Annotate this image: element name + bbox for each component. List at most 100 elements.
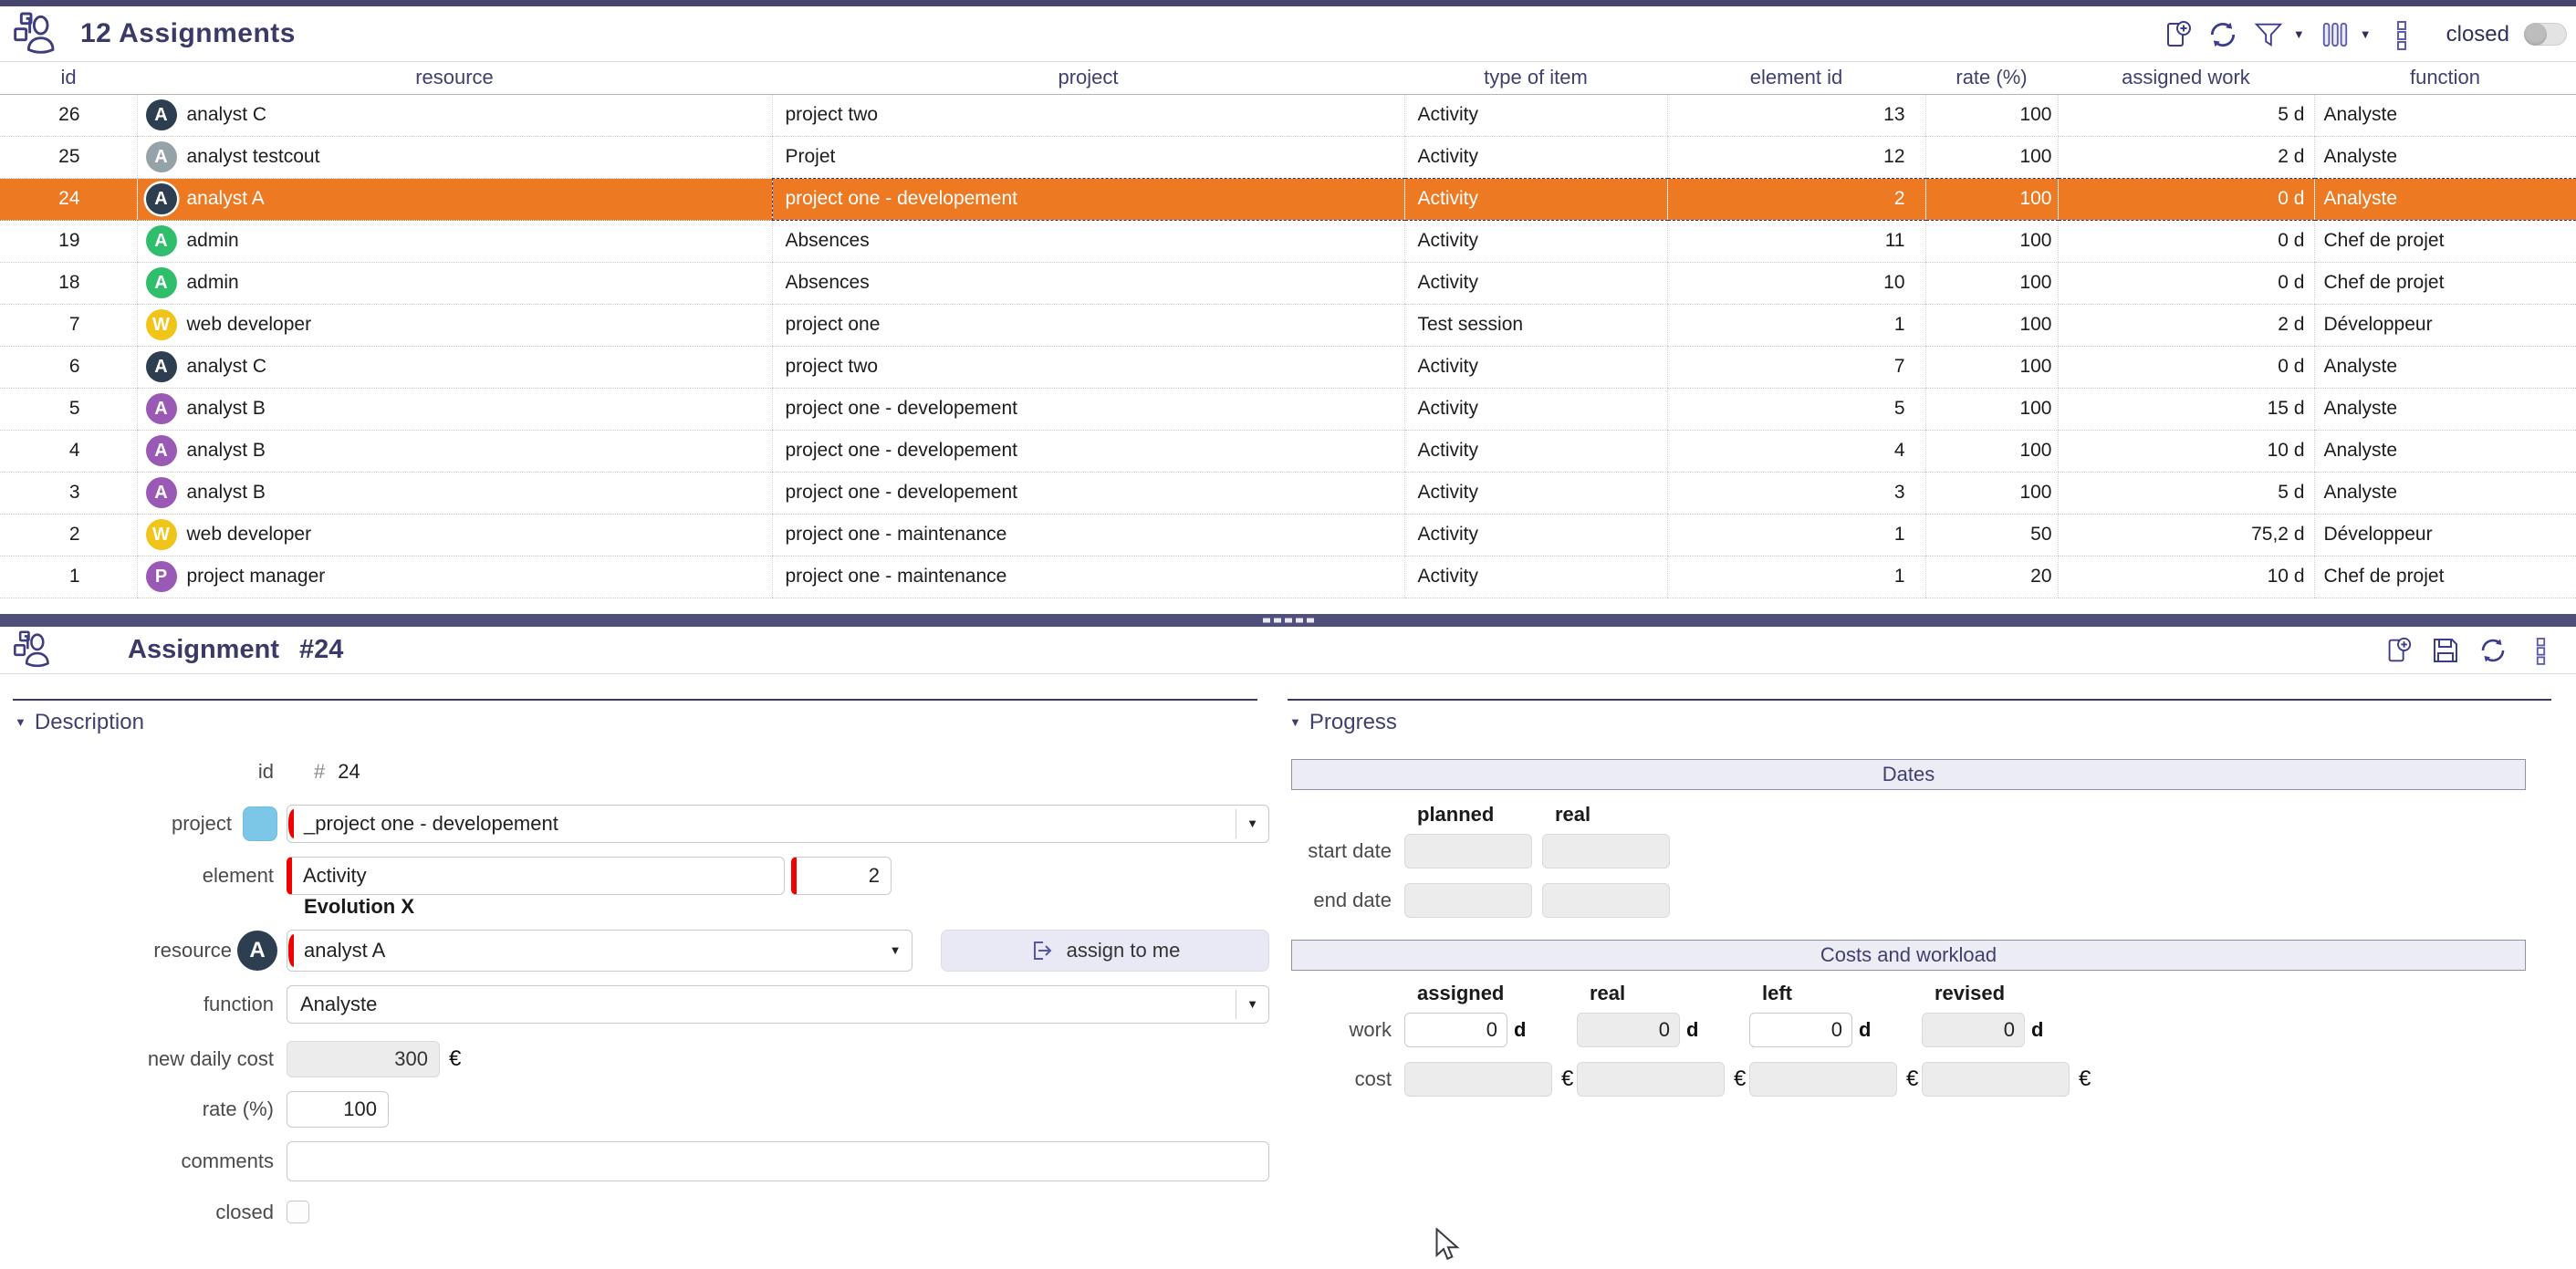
columns-caret-icon[interactable]: ▼ — [2360, 27, 2372, 41]
element-name-link[interactable]: Evolution X — [304, 895, 414, 919]
column-header-project[interactable]: project — [772, 62, 1404, 95]
end-date-row: end date — [1288, 882, 2551, 918]
resource-name: admin — [186, 230, 239, 251]
resource-avatar: W — [145, 309, 177, 340]
revised-column-header: revised — [1935, 981, 2006, 1004]
cell-function: Chef de projet — [2313, 220, 2576, 263]
resource-combobox[interactable]: analyst A ▼ — [287, 929, 913, 972]
element-id-input[interactable] — [791, 856, 892, 895]
cell-assigned-work: 5 d — [2057, 94, 2314, 137]
cell-function: Développeur — [2313, 514, 2576, 556]
column-header-element-id[interactable]: element id — [1667, 62, 1925, 95]
more-icon[interactable] — [2525, 635, 2556, 666]
column-header-assigned-work[interactable]: assigned work — [2058, 62, 2314, 95]
cell-rate: 100 — [1924, 177, 2058, 221]
cell-rate: 100 — [1924, 430, 2058, 473]
resource-name: analyst C — [186, 104, 267, 125]
cell-rate: 100 — [1924, 94, 2058, 137]
refresh-icon[interactable] — [2477, 635, 2508, 666]
rate-label: rate (%) — [202, 1097, 274, 1120]
table-row[interactable]: 6 A analyst C project two Activity 7 100… — [0, 346, 2576, 389]
progress-section-toggle[interactable]: ▼ Progress — [1289, 710, 2551, 735]
table-row[interactable]: 2 W web developer project one - maintena… — [0, 514, 2576, 556]
assign-to-me-button[interactable]: assign to me — [941, 929, 1269, 972]
day-suffix: d — [1859, 1017, 1872, 1041]
columns-icon[interactable] — [2320, 19, 2351, 50]
chevron-down-icon[interactable]: ▼ — [1236, 989, 1268, 1019]
function-select[interactable]: Analyste ▼ — [287, 984, 1269, 1024]
table-row[interactable]: 19 A admin Absences Activity 11 100 0 d … — [0, 220, 2576, 263]
cell-element-id: 11 — [1666, 220, 1925, 263]
cell-project: project two — [771, 94, 1404, 137]
cell-project: project one - developement — [771, 430, 1404, 473]
filter-caret-icon[interactable]: ▼ — [2293, 27, 2305, 41]
table-row[interactable]: 7 W web developer project one Test sessi… — [0, 304, 2576, 347]
cell-type-of-item: Activity — [1403, 388, 1667, 431]
resource-name: admin — [186, 272, 239, 293]
column-header-function[interactable]: function — [2314, 62, 2576, 95]
refresh-icon[interactable] — [2207, 19, 2238, 50]
id-hash: # — [314, 759, 326, 783]
cost-assigned-input — [1404, 1061, 1552, 1097]
table-row[interactable]: 24 A analyst A project one - developemen… — [0, 177, 2576, 221]
project-combobox[interactable]: _project one - developement ▼ — [287, 804, 1269, 843]
closed-checkbox[interactable] — [287, 1201, 309, 1223]
page-title: 12 Assignments — [80, 18, 296, 48]
dates-title: Dates — [1882, 762, 1935, 785]
table-row[interactable]: 26 A analyst C project two Activity 13 1… — [0, 94, 2576, 137]
cell-id: 18 — [0, 262, 137, 305]
table-row[interactable]: 3 A analyst B project one - developement… — [0, 472, 2576, 515]
filter-icon[interactable] — [2253, 19, 2284, 50]
column-header-type[interactable]: type of item — [1404, 62, 1667, 95]
field-row-comments: comments — [13, 1140, 1269, 1181]
cost-real-input — [1577, 1061, 1725, 1097]
save-icon[interactable] — [2430, 635, 2461, 666]
chevron-down-icon[interactable]: ▼ — [879, 934, 912, 967]
resource-avatar: A — [145, 351, 177, 382]
resource-name: analyst B — [186, 398, 266, 419]
more-icon[interactable] — [2386, 19, 2417, 50]
field-row-project: project _project one - developement ▼ — [13, 804, 1269, 843]
costs-column-headers: assigned real left revised — [1417, 982, 2551, 1005]
start-date-label: start date — [1308, 838, 1392, 862]
chevron-down-icon[interactable]: ▼ — [1236, 808, 1268, 838]
element-type-input[interactable] — [287, 856, 785, 895]
cell-assigned-work: 0 d — [2057, 262, 2314, 305]
column-header-rate[interactable]: rate (%) — [1925, 62, 2058, 95]
closed-toggle[interactable] — [2524, 23, 2567, 46]
cell-function: Analyste — [2313, 472, 2576, 515]
table-row[interactable]: 18 A admin Absences Activity 10 100 0 d … — [0, 262, 2576, 305]
description-section-toggle[interactable]: ▼ Description — [15, 710, 1257, 735]
resource-avatar: A — [145, 225, 177, 256]
cell-element-id: 4 — [1666, 430, 1925, 473]
table-row[interactable]: 4 A analyst B project one - developement… — [0, 430, 2576, 473]
cell-resource: A analyst B — [136, 472, 772, 515]
column-header-id[interactable]: id — [0, 62, 137, 95]
panel-splitter[interactable] — [0, 613, 2576, 627]
table-row[interactable]: 5 A analyst B project one - developement… — [0, 388, 2576, 431]
splitter-handle-icon[interactable] — [1262, 618, 1314, 622]
assignments-icon — [13, 12, 57, 56]
resource-value: analyst A — [304, 938, 386, 962]
work-left-input[interactable] — [1749, 1012, 1852, 1047]
cell-type-of-item: Test session — [1403, 304, 1667, 347]
cell-project: project two — [771, 346, 1404, 389]
resource-avatar: A — [145, 435, 177, 466]
closed-label: closed — [215, 1200, 274, 1223]
add-document-icon[interactable] — [2383, 635, 2414, 666]
column-header-resource[interactable]: resource — [137, 62, 772, 95]
list-toolbar: ▼ ▼ closed — [2162, 6, 2569, 62]
rate-input[interactable] — [287, 1090, 389, 1128]
dates-column-headers: planned real — [1417, 803, 2551, 827]
cell-assigned-work: 15 d — [2057, 388, 2314, 431]
add-document-icon[interactable] — [2162, 19, 2193, 50]
cell-resource: A analyst B — [136, 430, 772, 473]
function-value: Analyste — [300, 992, 378, 1015]
work-assigned-input[interactable] — [1404, 1012, 1507, 1047]
cell-element-id: 13 — [1666, 94, 1925, 137]
table-row[interactable]: 1 P project manager project one - mainte… — [0, 556, 2576, 598]
work-label: work — [1349, 1017, 1392, 1041]
comments-input[interactable] — [287, 1140, 1269, 1181]
resource-name: analyst B — [186, 482, 266, 503]
table-row[interactable]: 25 A analyst testcout Projet Activity 12… — [0, 136, 2576, 179]
